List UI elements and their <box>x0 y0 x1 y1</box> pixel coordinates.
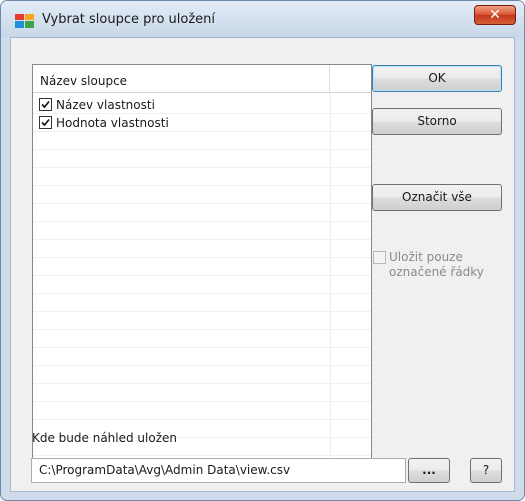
list-item-label: Hodnota vlastnosti <box>56 116 169 130</box>
dialog-content: Název sloupce Název vlastnosti Hodnota v… <box>10 37 515 492</box>
close-icon: ✕ <box>489 7 501 23</box>
list-gridline <box>33 149 371 150</box>
checkbox-hodnota-vlastnosti[interactable] <box>39 116 52 129</box>
list-gridline <box>33 401 371 402</box>
save-marked-only-label: Uložit pouze označené řádky <box>389 250 484 279</box>
list-gridline <box>33 221 371 222</box>
save-marked-only-checkbox[interactable] <box>373 251 386 264</box>
list-gridline <box>33 311 371 312</box>
ok-button[interactable]: OK <box>372 65 502 92</box>
list-gridline <box>33 239 371 240</box>
save-location-label: Kde bude náhled uložen <box>32 431 178 445</box>
save-path-input[interactable]: C:\ProgramData\Avg\Admin Data\view.csv <box>31 458 406 483</box>
window-title: Vybrat sloupce pro uložení <box>42 12 216 27</box>
list-gridline <box>33 167 371 168</box>
checkbox-nazev-vlastnosti[interactable] <box>39 98 52 111</box>
list-gridline <box>33 185 371 186</box>
list-gridline <box>33 203 371 204</box>
list-gridline <box>33 455 371 456</box>
column-divider <box>330 92 331 459</box>
help-button[interactable]: ? <box>470 458 502 483</box>
columns-list[interactable]: Název sloupce Název vlastnosti Hodnota v… <box>32 64 372 460</box>
list-header: Název sloupce <box>33 65 371 93</box>
list-gridline <box>33 257 371 258</box>
list-gridline <box>33 383 371 384</box>
dialog-window: Vybrat sloupce pro uložení ✕ Název sloup… <box>0 0 525 501</box>
title-bar[interactable]: Vybrat sloupce pro uložení ✕ <box>1 1 524 37</box>
list-item[interactable]: Hodnota vlastnosti <box>39 114 169 132</box>
list-item[interactable]: Název vlastnosti <box>39 96 155 114</box>
browse-button[interactable]: ... <box>408 458 450 483</box>
list-gridline <box>33 275 371 276</box>
column-header-name[interactable]: Název sloupce <box>33 65 330 92</box>
list-item-label: Název vlastnosti <box>56 98 155 112</box>
select-all-button[interactable]: Označit vše <box>372 184 502 211</box>
list-gridline <box>33 329 371 330</box>
list-gridline <box>33 365 371 366</box>
close-button[interactable]: ✕ <box>474 5 516 25</box>
list-gridline <box>33 293 371 294</box>
cancel-button[interactable]: Storno <box>372 108 502 135</box>
list-gridline <box>33 347 371 348</box>
list-gridline <box>33 419 371 420</box>
avg-app-icon <box>15 13 35 29</box>
